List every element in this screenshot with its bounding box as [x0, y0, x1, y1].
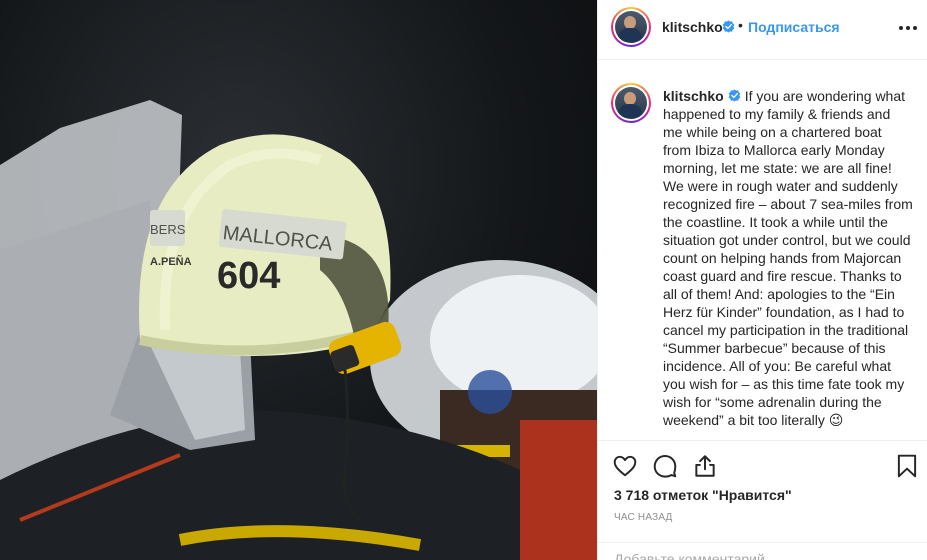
header-separator: •	[738, 17, 743, 33]
share-icon[interactable]	[692, 453, 718, 479]
post-side-panel: klitschko • Подписаться klitschko If you …	[598, 0, 927, 560]
post-photo[interactable]: MALLORCA 604 BERS A.PEÑA	[0, 0, 597, 560]
helmet-side-label: BERS	[150, 222, 186, 237]
post-caption: klitschko If you are wondering what happe…	[663, 87, 913, 429]
post-timestamp[interactable]: час назад	[614, 512, 673, 523]
post-header: klitschko • Подписаться	[598, 0, 927, 60]
comment-placeholder[interactable]: Добавьте комментарий...	[614, 551, 776, 560]
helmet-name-label: A.PEÑA	[150, 255, 192, 268]
likes-count[interactable]: 3 718 отметок "Нравится"	[614, 487, 792, 503]
author-username[interactable]: klitschko	[662, 19, 723, 35]
verified-badge-icon	[722, 20, 735, 33]
comment-icon[interactable]	[652, 453, 678, 479]
post-actions	[598, 441, 927, 487]
heart-icon[interactable]	[612, 453, 638, 479]
comment-input-bar[interactable]: Добавьте комментарий...	[598, 542, 927, 560]
firefighter-photo: MALLORCA 604 BERS A.PEÑA	[0, 100, 597, 560]
verified-badge-icon	[728, 89, 741, 102]
helmet-number-label: 604	[217, 255, 280, 297]
author-avatar[interactable]	[611, 7, 651, 47]
bookmark-icon[interactable]	[894, 453, 920, 479]
caption-username[interactable]: klitschko	[663, 88, 724, 104]
caption-text: If you are wondering what happened to my…	[663, 88, 917, 428]
caption-section: klitschko If you are wondering what happe…	[598, 60, 927, 440]
more-options-icon[interactable]	[898, 16, 918, 40]
caption-avatar[interactable]	[611, 83, 651, 123]
follow-button[interactable]: Подписаться	[748, 19, 840, 35]
